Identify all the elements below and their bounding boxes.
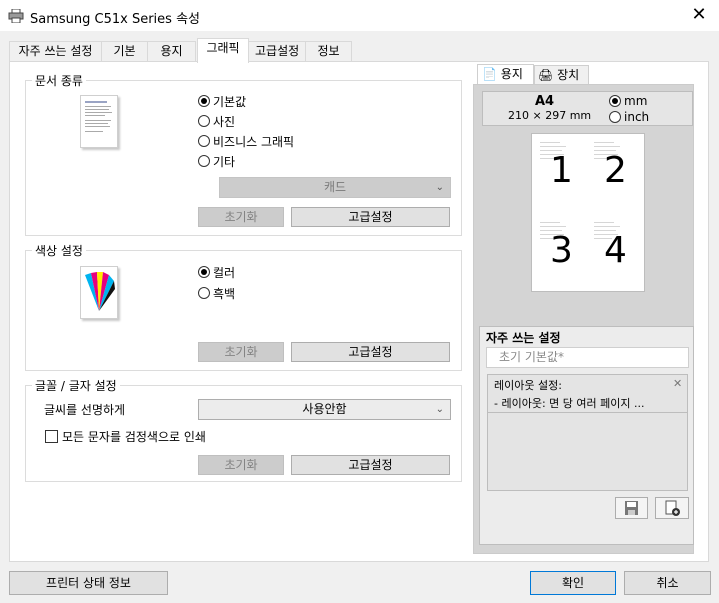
preview-page-number: 4 xyxy=(604,230,627,271)
unit-inch-radio[interactable]: inch xyxy=(609,109,649,125)
sharpen-text-select[interactable]: 사용안함 ⌄ xyxy=(198,399,451,420)
radio-dot xyxy=(609,95,621,107)
color-reset-button[interactable]: 초기화 xyxy=(198,342,284,362)
radio-label: 비즈니스 그래픽 xyxy=(213,134,295,149)
preview-tab-label: 용지 xyxy=(500,67,523,81)
document-preview-icon xyxy=(85,101,112,132)
doctype-reset-button[interactable]: 초기화 xyxy=(198,207,284,227)
favorites-name-input[interactable]: 초기 기본값* xyxy=(486,347,689,368)
font-settings-title: 글꼴 / 글자 설정 xyxy=(32,377,120,394)
radio-label: 흑백 xyxy=(213,286,236,301)
chevron-down-icon: ⌄ xyxy=(435,404,444,415)
color-fan-icon xyxy=(85,272,115,311)
radio-dot xyxy=(198,266,210,278)
radio-dot xyxy=(198,135,210,147)
paper-icon: 📄 xyxy=(482,67,497,81)
preview-page-number: 3 xyxy=(550,230,573,271)
preview-tab-device[interactable]: 🖨 장치 xyxy=(534,65,589,85)
black-text-label: 모든 문자를 검정색으로 인쇄 xyxy=(62,430,206,444)
tab-info[interactable]: 정보 xyxy=(305,41,352,62)
favorites-title: 자주 쓰는 설정 xyxy=(486,331,561,345)
radio-dot xyxy=(198,115,210,127)
paper-name: A4 xyxy=(535,94,555,109)
favorites-panel: 자주 쓰는 설정 초기 기본값* 레이아웃 설정: ✕ - 레이아웃: 면 당 … xyxy=(479,326,694,545)
add-favorite-button[interactable] xyxy=(655,497,689,519)
doctype-advanced-button[interactable]: 고급설정 xyxy=(291,207,450,227)
checkbox-box xyxy=(45,430,58,443)
preview-tab-label: 장치 xyxy=(557,68,580,82)
sharpen-text-label: 글씨를 선명하게 xyxy=(44,403,126,417)
printer-icon xyxy=(8,9,24,23)
preview-page-number: 1 xyxy=(550,150,573,191)
doctype-photo-radio[interactable]: 사진 xyxy=(198,112,235,130)
color-settings-title: 색상 설정 xyxy=(32,242,86,259)
ok-button[interactable]: 확인 xyxy=(530,571,616,595)
paper-info: A4 210 × 297 mm mm inch xyxy=(482,91,693,126)
favorites-detail[interactable]: 레이아웃 설정: ✕ - 레이아웃: 면 당 여러 페이지 ... xyxy=(487,374,688,413)
radio-dot xyxy=(198,95,210,107)
favorites-detail-line: - 레이아웃: 면 당 여러 페이지 ... xyxy=(494,397,645,410)
window-title: Samsung C51x Series 속성 xyxy=(30,12,200,27)
doctype-default-radio[interactable]: 기본값 xyxy=(198,92,246,110)
printer-status-button[interactable]: 프린터 상태 정보 xyxy=(9,571,168,595)
title-bar: Samsung C51x Series 속성 ✕ xyxy=(0,0,719,32)
radio-dot xyxy=(198,155,210,167)
save-button[interactable] xyxy=(615,497,648,519)
unit-mm-radio[interactable]: mm xyxy=(609,93,647,109)
tab-graphics[interactable]: 그래픽 xyxy=(197,38,249,63)
favorites-list xyxy=(487,413,688,491)
document-thumbnail xyxy=(80,95,118,148)
doctype-other-select[interactable]: 캐드 ⌄ xyxy=(219,177,451,198)
tab-basic[interactable]: 기본 xyxy=(101,41,148,62)
color-advanced-button[interactable]: 고급설정 xyxy=(291,342,450,362)
floppy-save-icon xyxy=(625,501,638,515)
preview-page-number: 2 xyxy=(604,150,627,191)
tab-advanced[interactable]: 고급설정 xyxy=(248,41,306,62)
favorites-detail-title: 레이아웃 설정: xyxy=(494,379,562,392)
delete-icon[interactable]: ✕ xyxy=(673,377,682,390)
cancel-button[interactable]: 취소 xyxy=(624,571,711,595)
document-type-title: 문서 종류 xyxy=(32,72,86,89)
tab-paper[interactable]: 용지 xyxy=(147,41,196,62)
tab-favorites[interactable]: 자주 쓰는 설정 xyxy=(9,41,102,62)
black-text-checkbox[interactable]: 모든 문자를 검정색으로 인쇄 xyxy=(45,428,206,445)
paper-size: 210 × 297 mm xyxy=(508,109,592,122)
font-advanced-button[interactable]: 고급설정 xyxy=(291,455,450,475)
new-document-add-icon xyxy=(665,500,680,516)
radio-dot xyxy=(198,287,210,299)
doctype-other-radio[interactable]: 기타 xyxy=(198,152,235,170)
radio-label: inch xyxy=(624,110,650,124)
printer-icon: 🖨 xyxy=(538,68,554,82)
font-reset-button[interactable]: 초기화 xyxy=(198,455,284,475)
color-mode-color-radio[interactable]: 컬러 xyxy=(198,263,235,281)
preview-tab-paper[interactable]: 📄 용지 xyxy=(477,64,534,84)
close-button[interactable]: ✕ xyxy=(686,4,712,28)
radio-label: 기본값 xyxy=(213,94,247,109)
radio-dot xyxy=(609,111,621,123)
chevron-down-icon: ⌄ xyxy=(435,182,444,193)
color-mode-grayscale-radio[interactable]: 흑백 xyxy=(198,284,235,302)
radio-label: mm xyxy=(624,94,648,108)
radio-label: 컬러 xyxy=(213,265,236,280)
select-value: 사용안함 xyxy=(302,402,347,416)
color-thumbnail xyxy=(80,266,118,319)
radio-label: 사진 xyxy=(213,114,236,129)
radio-label: 기타 xyxy=(213,154,236,169)
doctype-business-graphics-radio[interactable]: 비즈니스 그래픽 xyxy=(198,132,294,150)
page-preview: 1 2 3 4 xyxy=(531,133,645,292)
select-value: 캐드 xyxy=(323,180,347,194)
